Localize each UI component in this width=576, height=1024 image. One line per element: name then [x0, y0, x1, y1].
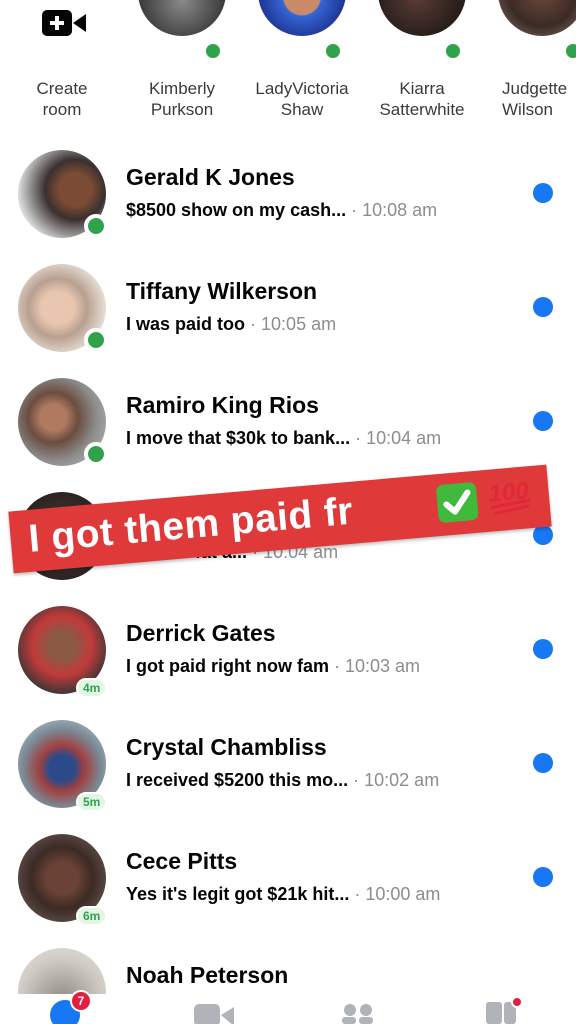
story-name: LadyVictoria Shaw: [255, 79, 349, 119]
contact-name: Cece Pitts: [126, 848, 238, 874]
unread-dot: [533, 411, 553, 431]
message-time: 10:00 am: [365, 884, 441, 904]
unread-dot: [533, 867, 553, 887]
message-preview: $8500 show on my cash... · 10:08 am: [126, 200, 438, 220]
message-preview: I received $5200 this mo... · 10:02 am: [126, 770, 440, 790]
online-indicator: [322, 40, 344, 62]
unread-dot: [533, 183, 553, 203]
message-time: 10:05 am: [261, 314, 337, 334]
last-message: $8500 show on my cash...: [126, 200, 347, 220]
online-indicator: [84, 214, 108, 238]
avatar: [378, 0, 466, 36]
story-name: Kimberly Purkson: [148, 79, 216, 119]
online-indicator: [84, 328, 108, 352]
avatar: [138, 0, 226, 36]
contact-name: Derrick Gates: [126, 620, 276, 646]
last-message: I received $5200 this mo...: [126, 770, 349, 790]
chat-row[interactable]: 6m Cece Pitts Yes it's legit got $21k hi…: [0, 834, 576, 948]
unread-dot: [533, 639, 553, 659]
chats-tab[interactable]: 7: [48, 990, 92, 1024]
message-time: 10:08 am: [362, 200, 438, 220]
message-preview: I got paid right now fam · 10:03 am: [126, 656, 421, 676]
stories-row: Create room Kimberly Purkson LadyVictori…: [0, 0, 576, 130]
last-message: I got paid right now fam: [126, 656, 329, 676]
people-icon[interactable]: [340, 1002, 376, 1024]
message-time: 10:04 am: [366, 428, 442, 448]
last-message: I was paid too: [126, 314, 246, 334]
contact-name: Ramiro King Rios: [126, 392, 319, 418]
story-name: Create room: [36, 79, 88, 119]
online-indicator: [84, 442, 108, 466]
online-indicator: [202, 40, 224, 62]
last-message: Yes it's legit got $21k hit...: [126, 884, 350, 904]
stories-icon[interactable]: [484, 996, 524, 1024]
hundred-points-icon: 100: [487, 477, 531, 515]
contact-name: Gerald K Jones: [126, 164, 295, 190]
chat-row[interactable]: Tiffany Wilkerson I was paid too · 10:05…: [0, 264, 576, 378]
active-time-badge: 5m: [76, 792, 108, 812]
message-time: 10:03 am: [345, 656, 421, 676]
chat-row[interactable]: Gerald K Jones $8500 show on my cash... …: [0, 150, 576, 264]
check-mark-icon: [435, 481, 479, 524]
unread-dot: [533, 297, 553, 317]
chat-row[interactable]: 5m Crystal Chambliss I received $5200 th…: [0, 720, 576, 834]
online-indicator: [442, 40, 464, 62]
story-name: Judgette Wilson: [502, 79, 568, 119]
bottom-navigation: 7: [0, 990, 576, 1024]
message-preview: I move that $30k to bank... · 10:04 am: [126, 428, 442, 448]
contact-name: Tiffany Wilkerson: [126, 278, 318, 304]
unread-dot: [533, 753, 553, 773]
chat-row[interactable]: 4m Derrick Gates I got paid right now fa…: [0, 606, 576, 720]
avatar: [498, 0, 576, 36]
chats-badge: 7: [70, 990, 92, 1012]
contact-name: Crystal Chambliss: [126, 734, 327, 760]
video-plus-icon: [42, 10, 86, 36]
story-name: Kiarra Satterwhite: [379, 79, 465, 119]
online-indicator: [562, 40, 576, 62]
video-icon[interactable]: [194, 1004, 234, 1024]
active-time-badge: 4m: [76, 678, 108, 698]
message-preview: Yes it's legit got $21k hit... · 10:00 a…: [126, 884, 441, 904]
message-time: 10:02 am: [364, 770, 440, 790]
message-preview: I was paid too · 10:05 am: [126, 314, 337, 334]
last-message: I move that $30k to bank...: [126, 428, 351, 448]
unread-dot: [533, 525, 553, 545]
active-time-badge: 6m: [76, 906, 108, 926]
avatar: [258, 0, 346, 36]
contact-name: Noah Peterson: [126, 962, 289, 988]
